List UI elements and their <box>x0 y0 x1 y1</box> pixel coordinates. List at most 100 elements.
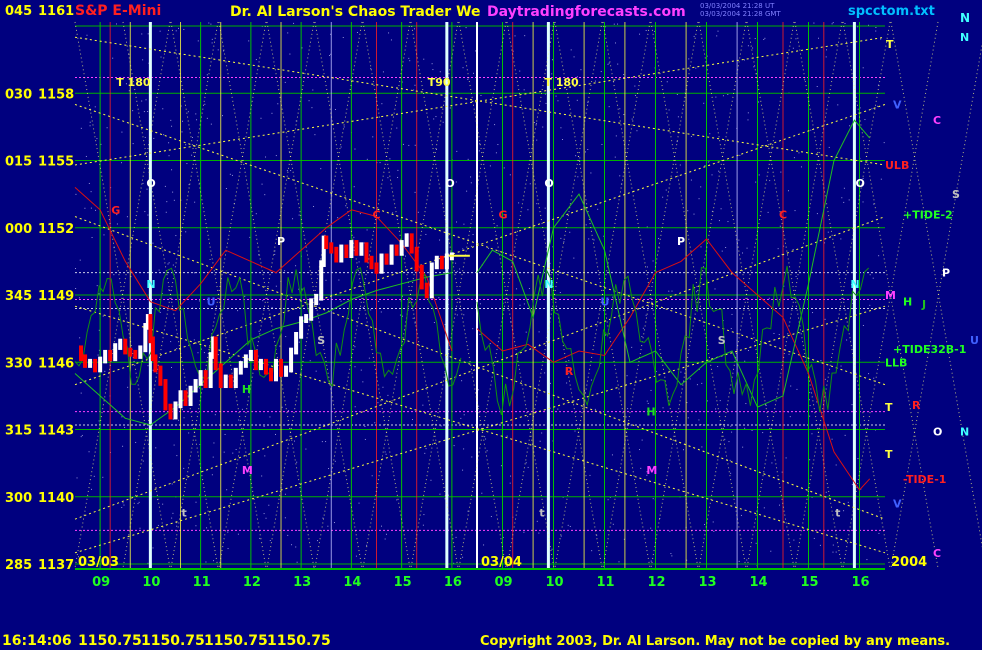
star-dot <box>875 26 877 28</box>
star-dot <box>847 501 849 503</box>
star-dot <box>93 475 95 477</box>
star-dot <box>634 94 636 96</box>
star-dot <box>646 266 648 268</box>
price-bar <box>173 401 178 420</box>
star-dot <box>293 440 295 442</box>
star-dot <box>135 441 137 443</box>
star-dot <box>292 218 294 220</box>
star-dot <box>362 381 364 383</box>
side-label: C <box>933 114 941 127</box>
price-bar <box>108 349 113 362</box>
event-letter: O <box>856 177 865 190</box>
star-dot <box>744 427 746 429</box>
star-dot <box>490 516 492 518</box>
star-dot <box>142 460 144 462</box>
star-dot <box>188 432 190 434</box>
star-dot <box>848 199 850 201</box>
star-dot <box>793 157 795 159</box>
star-dot <box>255 59 257 61</box>
star-dot <box>650 527 652 529</box>
star-dot <box>322 517 324 519</box>
star-dot <box>832 544 834 546</box>
star-dot <box>747 45 749 47</box>
price-bar <box>123 338 128 355</box>
star-dot <box>315 370 317 372</box>
x-hour-tick: 12 <box>648 575 666 590</box>
star-dot <box>354 148 356 150</box>
price-bar <box>374 262 379 274</box>
star-dot <box>631 346 633 348</box>
star-dot <box>768 297 770 299</box>
star-dot <box>487 247 489 249</box>
star-dot <box>274 253 276 255</box>
star-dot <box>167 263 169 265</box>
x-hour-tick: 09 <box>495 575 513 590</box>
star-dot <box>88 182 90 184</box>
star-dot <box>170 341 172 343</box>
y-angle-tick: 000 <box>5 222 32 237</box>
star-dot <box>559 292 561 294</box>
star-dot <box>723 425 725 427</box>
star-dot <box>423 514 425 516</box>
star-dot <box>711 174 713 176</box>
star-dot <box>213 560 215 562</box>
price-bar <box>369 255 374 270</box>
star-dot <box>739 154 741 156</box>
price-bar <box>409 233 414 254</box>
star-dot <box>528 288 530 290</box>
star-dot <box>880 178 882 180</box>
star-dot <box>516 288 518 290</box>
star-dot <box>286 170 288 172</box>
star-dot <box>211 38 213 40</box>
star-dot <box>792 47 794 49</box>
star-dot <box>857 458 859 460</box>
star-dot <box>740 514 742 516</box>
star-dot <box>178 27 180 29</box>
star-dot <box>509 482 511 484</box>
star-dot <box>459 268 461 270</box>
star-dot <box>334 108 336 110</box>
star-dot <box>816 86 818 88</box>
star-dot <box>593 239 595 241</box>
star-dot <box>662 196 664 198</box>
star-dot <box>417 211 419 213</box>
star-dot <box>824 378 826 380</box>
star-dot <box>456 150 458 152</box>
header-price-label: 1161 <box>38 4 74 19</box>
star-dot <box>229 173 231 175</box>
star-dot <box>382 386 384 388</box>
star-dot <box>687 210 689 212</box>
star-dot <box>392 212 394 214</box>
price-bar <box>379 253 384 274</box>
star-dot <box>155 447 157 449</box>
star-dot <box>566 382 568 384</box>
star-dot <box>478 150 480 152</box>
star-dot <box>244 295 246 297</box>
star-dot <box>790 385 792 387</box>
star-dot <box>462 556 464 558</box>
star-dot <box>404 255 406 257</box>
star-dot <box>550 382 552 384</box>
price-bar <box>79 345 84 362</box>
star-dot <box>197 352 199 354</box>
star-dot <box>211 42 213 44</box>
star-dot <box>204 103 206 105</box>
y-angle-tick: 015 <box>5 155 32 170</box>
star-dot <box>868 373 870 375</box>
star-dot <box>144 211 146 213</box>
site-link[interactable]: Daytradingforecasts.com <box>487 4 686 20</box>
star-dot <box>396 499 398 501</box>
price-bar <box>339 244 344 263</box>
star-dot <box>700 186 702 188</box>
star-dot <box>497 144 499 146</box>
star-dot <box>846 339 848 341</box>
star-dot <box>536 203 538 205</box>
star-dot <box>334 460 336 462</box>
star-dot <box>384 451 386 453</box>
price-bar <box>354 240 359 256</box>
star-dot <box>590 379 592 381</box>
star-dot <box>389 158 391 160</box>
star-dot <box>544 207 546 209</box>
star-dot <box>557 100 559 102</box>
star-dot <box>771 462 773 464</box>
